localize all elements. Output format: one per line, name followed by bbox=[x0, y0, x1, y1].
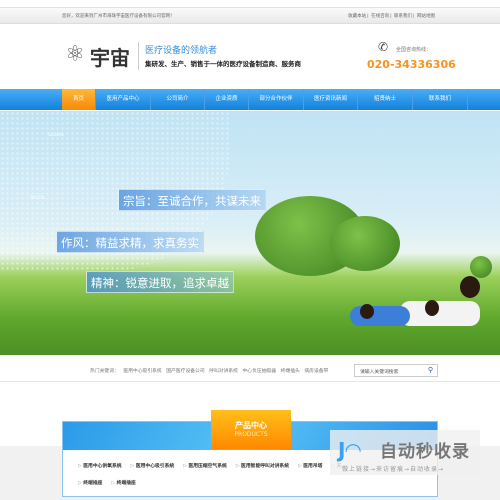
products-title-cn: 产品中心 bbox=[235, 421, 267, 430]
watermark: J◠ 自动秒收录 做上链接→来访留痕→自动收录→ bbox=[330, 430, 480, 475]
watermark-sub: 做上链接→来访留痕→自动收录→ bbox=[342, 466, 445, 473]
products-title-en: PRODUCTS bbox=[234, 431, 268, 438]
keyword-link[interactable]: 病房设备带 bbox=[304, 369, 328, 374]
nav-jobs[interactable]: 招贤纳士 bbox=[358, 89, 413, 110]
keyword-link[interactable]: 国产医疗设备公司 bbox=[166, 369, 204, 374]
hotline-number: 020-34336306 bbox=[367, 58, 456, 71]
digital-label: DIGITAL bbox=[30, 195, 46, 200]
nav-about[interactable]: 公司简介 bbox=[151, 89, 205, 110]
products-title: 产品中心 PRODUCTS bbox=[211, 410, 291, 449]
motto-3: 精神：锐意进取，追求卓越 bbox=[86, 271, 234, 293]
logo-text: 宇宙 bbox=[90, 46, 130, 70]
bookmark-link[interactable]: 收藏本站 bbox=[348, 14, 366, 19]
product-link[interactable]: 医用中心供氧系统 bbox=[78, 462, 121, 469]
product-link[interactable]: 医用吊塔 bbox=[298, 462, 322, 469]
top-bar: 您好，欢迎来到广州市海珠宇宙医疗设备有限公司官网！ 收藏本站| 在线咨询| 联系… bbox=[0, 7, 500, 24]
nav-home[interactable]: 首页 bbox=[62, 89, 96, 110]
product-link[interactable]: 终端插座 bbox=[78, 479, 102, 486]
atom-icon: ⚛ bbox=[65, 42, 85, 67]
tree bbox=[330, 216, 400, 271]
keyword-link[interactable]: 终端插头 bbox=[281, 369, 300, 374]
global-label: GLOBAL bbox=[48, 132, 65, 137]
hot-label: 热门关键词： bbox=[90, 369, 119, 374]
keyword-link[interactable]: 呼叫对讲系统 bbox=[209, 369, 238, 374]
search-placeholder: 请输入关键词搜索 bbox=[360, 370, 399, 375]
search-input[interactable]: 请输入关键词搜索 ⚲ bbox=[354, 364, 438, 377]
product-link[interactable]: 医用智能呼叫对讲系统 bbox=[236, 462, 289, 469]
product-link[interactable]: 医用压缩空气系统 bbox=[183, 462, 226, 469]
main-nav: 首页 医用产品中心 公司简介 企业资质 部分合作伙伴 医疗资讯新闻 招贤纳士 联… bbox=[0, 89, 500, 110]
hotline-label: 全国咨询热线： bbox=[396, 47, 432, 53]
watermark-logo-icon: J◠ bbox=[338, 438, 361, 462]
tagline: 集研发、生产、销售于一体的医疗设备制造商、服务商 bbox=[145, 60, 301, 68]
motto-2: 作风：精益求精，求真务实 bbox=[56, 231, 204, 253]
nav-qualification[interactable]: 企业资质 bbox=[205, 89, 249, 110]
contact-link[interactable]: 联系我们 bbox=[394, 14, 412, 19]
consult-link[interactable]: 在线咨询 bbox=[371, 14, 389, 19]
welcome-text: 您好，欢迎来到广州市海珠宇宙医疗设备有限公司官网！ bbox=[62, 14, 175, 19]
keyword-link[interactable]: 中心负压抽吸器 bbox=[243, 369, 277, 374]
motto-1: 宗旨：至诚合作，共谋未来 bbox=[118, 189, 266, 211]
nav-news[interactable]: 医疗资讯新闻 bbox=[304, 89, 358, 110]
phone-icon: ✆ bbox=[378, 40, 389, 54]
product-link[interactable]: 终端插座 bbox=[111, 479, 136, 486]
keyword-link[interactable]: 医用中心吸引系统 bbox=[123, 369, 161, 374]
family-photo bbox=[300, 276, 480, 331]
hot-keywords-bar: 热门关键词： 医用中心吸引系统 国产医疗设备公司 呼叫对讲系统 中心负压抽吸器 … bbox=[0, 362, 500, 382]
divider bbox=[138, 42, 139, 70]
logo[interactable]: ⚛ 宇宙 bbox=[62, 40, 140, 70]
slogan: 医疗设备的领航者 bbox=[145, 46, 218, 56]
sitemap-link[interactable]: 网站地图 bbox=[417, 14, 435, 19]
search-icon[interactable]: ⚲ bbox=[428, 366, 433, 374]
nav-products[interactable]: 医用产品中心 bbox=[96, 89, 151, 110]
nav-partners[interactable]: 部分合作伙伴 bbox=[249, 89, 304, 110]
hero-banner[interactable]: GLOBAL DIGITAL 宗旨：至诚合作，共谋未来 作风：精益求精，求真务实… bbox=[0, 111, 500, 355]
product-link[interactable]: 医用中心吸引系统 bbox=[131, 462, 174, 469]
tree bbox=[470, 256, 492, 278]
watermark-title: 自动秒收录 bbox=[380, 442, 470, 462]
nav-contact[interactable]: 联系我们 bbox=[413, 89, 468, 110]
